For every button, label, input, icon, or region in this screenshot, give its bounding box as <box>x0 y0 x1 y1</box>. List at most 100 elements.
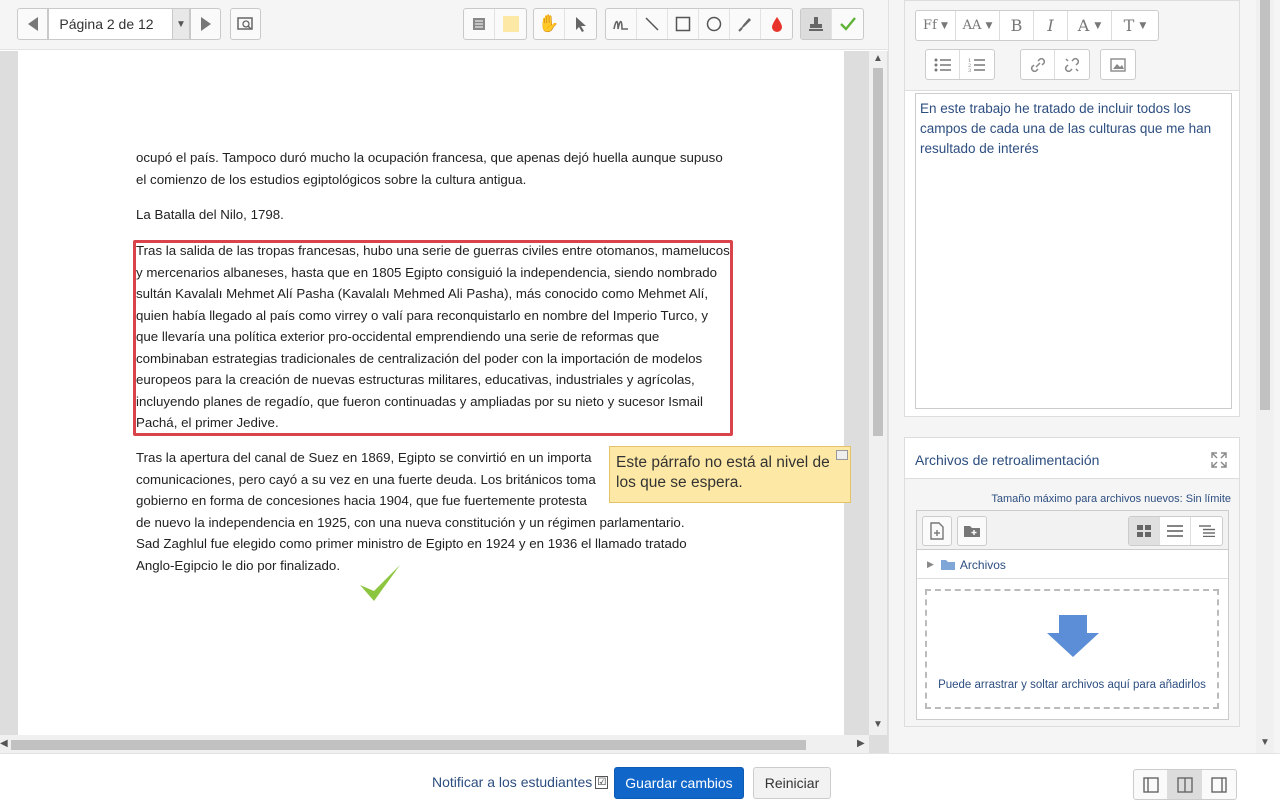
tree-icon <box>1198 525 1215 537</box>
doc-line: Anglo-Egipcio le dio por finalizado. <box>136 557 341 573</box>
horizontal-scrollbar[interactable]: ◀ ▶ <box>0 735 869 753</box>
folder-link[interactable]: Archivos <box>960 558 1006 572</box>
filemanager: Tamaño máximo para archivos nuevos: Sin … <box>905 478 1239 726</box>
scroll-right-icon[interactable]: ▶ <box>857 738 865 749</box>
arrow-left-icon <box>27 17 38 31</box>
drop-zone-text: Puede arrastrar y soltar archivos aquí p… <box>938 679 1206 691</box>
panel-split-icon <box>1176 776 1193 793</box>
reset-button[interactable]: Reiniciar <box>753 767 831 799</box>
feedback-comments-editor: Ff ▼ AA ▼ B I A ▼ T ▼ 123 En este trabaj… <box>904 0 1240 417</box>
font-family-label: Ff <box>923 18 937 33</box>
default-layout-button[interactable] <box>1168 770 1202 799</box>
right-pane-scrollbar[interactable]: ▼ <box>1256 0 1274 753</box>
select-tools-group: ✋ <box>533 8 597 40</box>
search-comments-button[interactable] <box>230 8 261 40</box>
ordered-list-button[interactable]: 123 <box>960 50 994 79</box>
pdf-viewer: ocupó el país. Tampoco duró mucho la ocu… <box>0 51 888 753</box>
next-page-button[interactable] <box>190 8 221 40</box>
download-arrow-icon <box>1047 615 1099 657</box>
color-swatch-icon <box>502 16 519 32</box>
feedback-files-panel: Archivos de retroalimentación Tamaño máx… <box>904 437 1240 727</box>
checkmark-stamp[interactable] <box>358 561 402 605</box>
scroll-down-icon[interactable]: ▼ <box>873 719 883 730</box>
link-button[interactable] <box>1021 50 1055 79</box>
icon-view-button[interactable] <box>1129 517 1160 545</box>
save-changes-button[interactable]: Guardar cambios <box>614 767 744 799</box>
unlink-button[interactable] <box>1055 50 1089 79</box>
create-folder-button[interactable] <box>957 516 987 546</box>
notify-students-checkbox[interactable]: ☑ <box>595 775 609 789</box>
view-switcher <box>1128 516 1223 546</box>
grid-icon <box>1137 525 1151 537</box>
link-group <box>1020 49 1090 80</box>
grading-panel: Ff ▼ AA ▼ B I A ▼ T ▼ 123 En este trabaj… <box>888 0 1280 753</box>
media-group <box>1100 49 1136 80</box>
page-select[interactable]: Página 2 de 12 ▼ <box>48 8 190 40</box>
scrollbar-thumb[interactable] <box>1260 0 1270 410</box>
link-icon <box>1030 57 1045 72</box>
oval-tool-button[interactable] <box>699 9 730 39</box>
select-tool-button[interactable] <box>565 9 596 39</box>
font-color-button[interactable]: A ▼ <box>1068 11 1112 40</box>
bold-button[interactable]: B <box>1000 11 1034 40</box>
tree-view-button[interactable] <box>1191 517 1222 545</box>
checkmark-icon <box>839 17 856 31</box>
chevron-down-icon: ▼ <box>1139 20 1147 31</box>
chevron-down-icon: ▼ <box>172 9 189 39</box>
stamp-picker-button[interactable] <box>832 9 863 39</box>
prev-page-button[interactable] <box>17 8 48 40</box>
highlighter-tool-button[interactable] <box>730 9 761 39</box>
paragraph-style-label: T <box>1123 16 1135 35</box>
comment-text: Este párrafo no está al nivel de los que… <box>616 454 830 491</box>
annotation-color-button[interactable] <box>761 9 792 39</box>
font-color-label: A <box>1077 16 1090 35</box>
pan-tool-button[interactable]: ✋ <box>534 9 565 39</box>
pen-tool-button[interactable] <box>606 9 637 39</box>
rectangle-tool-button[interactable] <box>668 9 699 39</box>
comment-menu-icon[interactable] <box>836 450 848 460</box>
unlink-icon <box>1064 57 1080 72</box>
bold-label: B <box>1010 16 1023 35</box>
scroll-up-icon[interactable]: ▲ <box>873 53 883 64</box>
scrollbar-thumb[interactable] <box>873 68 883 436</box>
stamp-tool-button[interactable] <box>801 9 832 39</box>
folder-breadcrumb: ▶ Archivos <box>917 551 1228 579</box>
line-tool-button[interactable] <box>637 9 668 39</box>
feedback-comment-textarea[interactable]: En este trabajo he tratado de incluir to… <box>915 93 1232 409</box>
drop-zone[interactable]: Puede arrastrar y soltar archivos aquí p… <box>925 589 1219 709</box>
comment-annotation[interactable]: Este párrafo no está al nivel de los que… <box>609 446 851 503</box>
font-size-button[interactable]: AA ▼ <box>956 11 1000 40</box>
insert-image-button[interactable] <box>1101 50 1135 79</box>
notify-students-label: Notificar a los estudiantes <box>432 774 593 790</box>
expand-icon[interactable] <box>1211 452 1227 468</box>
notify-students-toggle[interactable]: Notificar a los estudiantes ☑ <box>432 774 609 790</box>
rectangle-annotation[interactable] <box>133 240 733 436</box>
add-file-button[interactable] <box>922 516 952 546</box>
comment-color-button[interactable] <box>495 9 526 39</box>
doc-line: Sad Zaghlul fue elegido como primer mini… <box>136 536 687 551</box>
rectangle-icon <box>675 16 691 32</box>
image-icon <box>1110 57 1126 72</box>
scroll-left-icon[interactable]: ◀ <box>0 738 8 749</box>
annotation-toolbar: Página 2 de 12 ▼ ✋ <box>0 0 888 50</box>
doc-paragraph: ocupó el país. Tampoco duró mucho la ocu… <box>136 150 723 187</box>
list-icon <box>1167 525 1183 537</box>
list-group: 123 <box>925 49 995 80</box>
collapse-grade-panel-button[interactable] <box>1202 770 1236 799</box>
font-family-button[interactable]: Ff ▼ <box>916 11 956 40</box>
collapse-review-panel-button[interactable] <box>1134 770 1168 799</box>
paragraph-style-button[interactable]: T ▼ <box>1112 11 1158 40</box>
panel-left-icon <box>1142 776 1159 793</box>
italic-button[interactable]: I <box>1034 11 1068 40</box>
scroll-down-icon[interactable]: ▼ <box>1260 737 1270 748</box>
filepicker-toolbar <box>917 511 1228 550</box>
scrollbar-thumb[interactable] <box>11 740 806 750</box>
svg-text:3: 3 <box>968 68 971 72</box>
italic-label: I <box>1047 16 1054 35</box>
vertical-scrollbar[interactable]: ▲ ▼ <box>869 51 887 735</box>
add-folder-icon <box>964 526 980 537</box>
comment-button[interactable] <box>464 9 495 39</box>
unordered-list-button[interactable] <box>926 50 960 79</box>
list-view-button[interactable] <box>1160 517 1191 545</box>
numbered-list-icon: 123 <box>968 58 985 72</box>
